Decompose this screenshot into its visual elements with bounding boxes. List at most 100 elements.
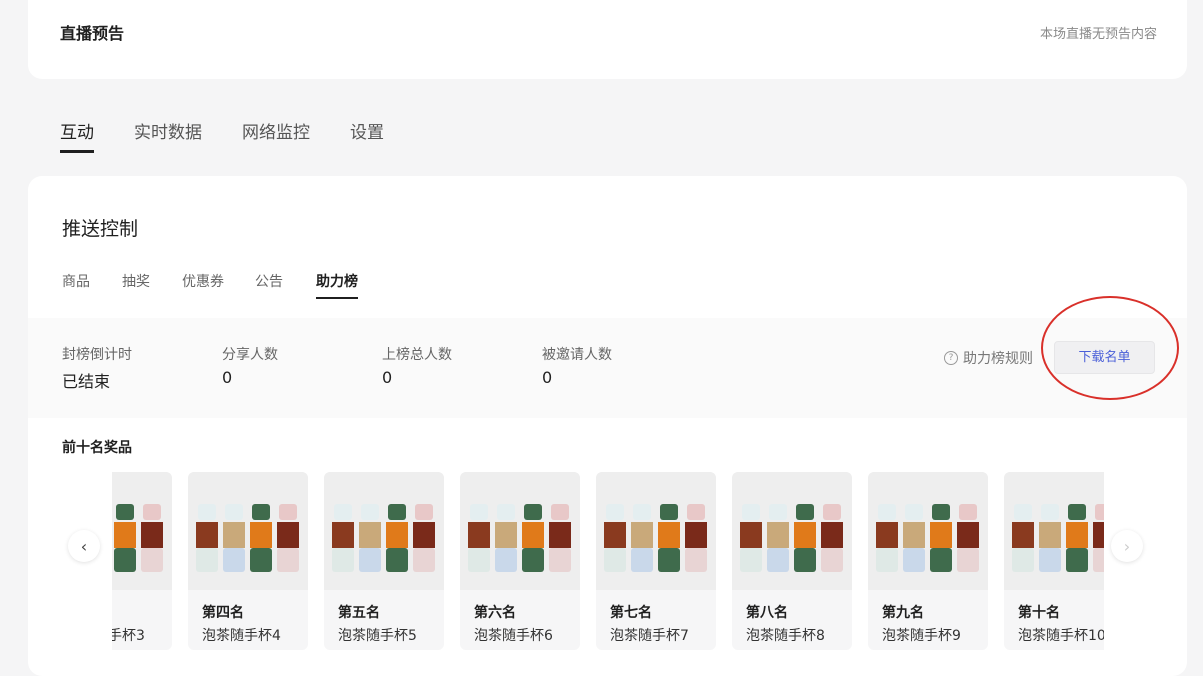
cup-sleeve	[386, 548, 408, 572]
cup-sleeve	[549, 548, 571, 572]
prize-card[interactable]: 第七名 泡茶随手杯7	[596, 472, 716, 650]
prize-image	[112, 472, 172, 590]
prize-card[interactable]: 第六名泡茶随手杯6	[460, 472, 580, 650]
cup-cap	[497, 504, 515, 520]
prize-rank: 第四名	[202, 605, 244, 621]
tab-network-monitor[interactable]: 网络监控	[242, 118, 310, 143]
cup-tea	[114, 522, 136, 548]
subtab-announcement[interactable]: 公告	[255, 271, 283, 291]
stat-value: 0	[542, 368, 553, 387]
cup-sleeve	[114, 548, 136, 572]
prize-name: 泡茶随手杯9	[882, 628, 961, 644]
tab-interaction[interactable]: 互动	[60, 118, 94, 143]
cup-tea	[196, 522, 218, 548]
prize-card[interactable]: 泡茶随手杯3	[112, 472, 172, 650]
cup-tea	[468, 522, 490, 548]
subtab-support-ranking[interactable]: 助力榜	[316, 271, 358, 291]
prize-name: 泡茶随手杯6	[474, 628, 553, 644]
prize-name: 泡茶随手杯4	[202, 628, 281, 644]
cup-cap	[932, 504, 950, 520]
ranking-rules-link[interactable]: ? 助力榜规则	[944, 348, 1033, 368]
subtab-products[interactable]: 商品	[62, 271, 90, 291]
ranking-stats: 封榜倒计时 已结束 分享人数 0 上榜总人数 0 被邀请人数 0 ? 助力榜规则…	[28, 318, 1187, 418]
stat-value: 已结束	[62, 372, 111, 391]
cup-tea	[930, 522, 952, 548]
cup-tea	[1012, 522, 1034, 548]
prize-rank: 第八名	[746, 605, 788, 621]
cup-sleeve	[196, 548, 218, 572]
cup-sleeve	[332, 548, 354, 572]
prize-name: 泡茶随手杯8	[746, 628, 825, 644]
cup-cap	[279, 504, 297, 520]
cup-sleeve	[821, 548, 843, 572]
cup-cap	[796, 504, 814, 520]
cup-cap	[470, 504, 488, 520]
stat-value: 0	[222, 368, 233, 387]
cup-cap	[1014, 504, 1032, 520]
cup-tea	[250, 522, 272, 548]
live-preview-note: 本场直播无预告内容	[1039, 27, 1157, 42]
prize-card[interactable]: 第八名泡茶随手杯8	[732, 472, 852, 650]
prize-card[interactable]: 第九名 泡茶随手杯9	[868, 472, 988, 650]
cup-sleeve	[223, 548, 245, 572]
stat-ranked-total: 上榜总人数 0	[382, 344, 452, 387]
cup-tea	[141, 522, 163, 548]
cup-cap	[905, 504, 923, 520]
cup-tea	[903, 522, 925, 548]
prize-image	[1004, 472, 1104, 590]
cup-tea	[631, 522, 653, 548]
cup-tea	[495, 522, 517, 548]
prize-image	[188, 472, 308, 590]
cup-cap	[116, 504, 134, 520]
active-tab-indicator	[60, 150, 94, 153]
prize-name: 泡茶随手杯5	[338, 628, 417, 644]
cup-sleeve	[468, 548, 490, 572]
prize-rank: 第六名	[474, 605, 516, 621]
cup-tea	[876, 522, 898, 548]
prize-card[interactable]: 第五名泡茶随手杯5	[324, 472, 444, 650]
prize-card[interactable]: 第十名 泡茶随手杯10	[1004, 472, 1104, 650]
cup-cap	[524, 504, 542, 520]
cup-cap	[252, 504, 270, 520]
cup-sleeve	[495, 548, 517, 572]
cup-sleeve	[658, 548, 680, 572]
stat-label: 封榜倒计时	[62, 347, 132, 363]
cup-cap	[1041, 504, 1059, 520]
chevron-right-icon[interactable]: ›	[1111, 530, 1143, 562]
cup-cap	[660, 504, 678, 520]
cup-tea	[332, 522, 354, 548]
prize-card[interactable]: 第四名泡茶随手杯4	[188, 472, 308, 650]
cup-tea	[1039, 522, 1061, 548]
cup-cap	[198, 504, 216, 520]
cup-sleeve	[1066, 548, 1088, 572]
cup-tea	[359, 522, 381, 548]
cup-tea	[223, 522, 245, 548]
cup-sleeve	[903, 548, 925, 572]
cup-sleeve	[604, 548, 626, 572]
cup-sleeve	[359, 548, 381, 572]
cup-sleeve	[957, 548, 979, 572]
stat-share-count: 分享人数 0	[222, 344, 278, 387]
cup-sleeve	[522, 548, 544, 572]
cup-sleeve	[740, 548, 762, 572]
stat-countdown: 封榜倒计时 已结束	[62, 344, 132, 392]
cup-tea	[549, 522, 571, 548]
stat-label: 上榜总人数	[382, 347, 452, 363]
live-preview-title: 直播预告	[60, 24, 125, 43]
push-control-title: 推送控制	[62, 218, 139, 240]
prize-rank: 第十名	[1018, 605, 1060, 621]
prize-image	[460, 472, 580, 590]
prize-image	[596, 472, 716, 590]
cup-tea	[1093, 522, 1104, 548]
question-circle-icon: ?	[944, 351, 958, 365]
live-preview-card: 直播预告 本场直播无预告内容	[28, 0, 1187, 79]
cup-cap	[225, 504, 243, 520]
cup-cap	[388, 504, 406, 520]
tab-realtime-data[interactable]: 实时数据	[134, 118, 202, 143]
chevron-left-icon[interactable]: ‹	[68, 530, 100, 562]
tab-settings[interactable]: 设置	[350, 118, 384, 143]
prize-rank: 第五名	[338, 605, 380, 621]
stat-invited-count: 被邀请人数 0	[542, 344, 612, 387]
subtab-coupons[interactable]: 优惠券	[182, 271, 224, 291]
subtab-lottery[interactable]: 抽奖	[122, 271, 150, 291]
